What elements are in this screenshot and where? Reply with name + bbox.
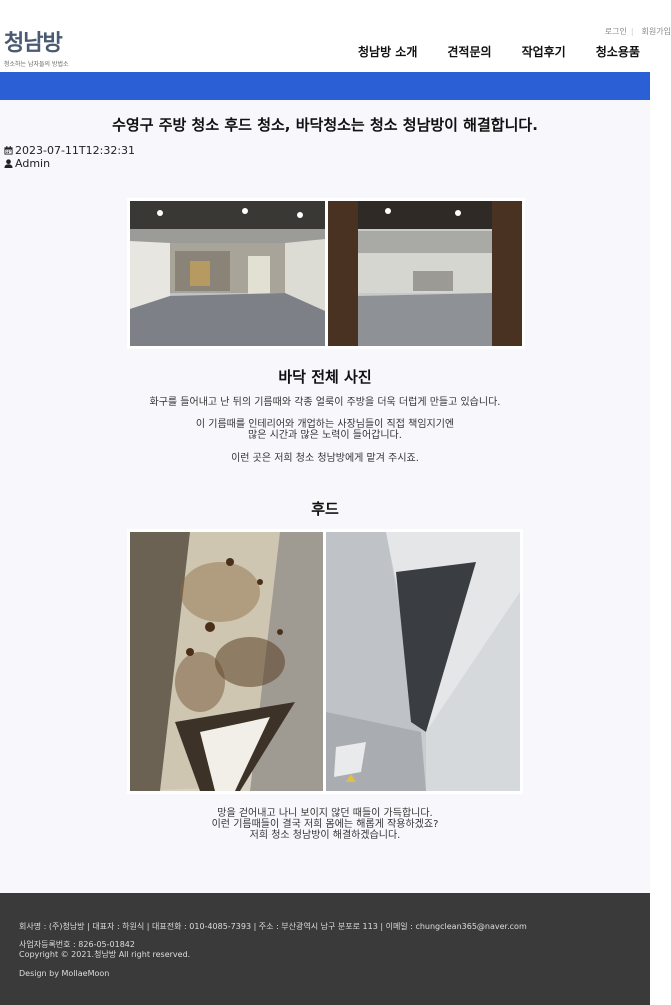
- footer-company-info: 회사명 : (주)청남방 | 대표자 : 하원식 | 대표전화 : 010-40…: [19, 922, 527, 931]
- nav-about[interactable]: 청남방 소개: [358, 43, 417, 60]
- hood-paragraph-2: 이런 기름때들이 결국 저희 몸에는 해롭게 작용하겠죠?: [211, 819, 439, 830]
- hood-photo-clean[interactable]: [326, 532, 520, 791]
- section-heading-floor: 바닥 전체 사진: [278, 368, 372, 386]
- logo-subtitle: 청소하는 남자들의 방법소: [4, 61, 69, 68]
- hood-photo-dirty[interactable]: [130, 532, 323, 791]
- nav-reviews[interactable]: 작업후기: [522, 43, 566, 60]
- footer-copyright: Copyright © 2021.청남방 All right reserved.: [19, 950, 191, 959]
- post-author-row: Admin: [4, 157, 135, 170]
- hood-paragraph-3: 저희 청소 청남방이 해결하겠습니다.: [249, 830, 401, 841]
- hood-photo-gallery: [127, 529, 523, 794]
- floor-paragraph-1: 화구를 들어내고 난 뒤의 기름때와 각종 얼룩이 주방을 더욱 더럽게 만들고…: [149, 397, 501, 408]
- site-header: 청남방 청소하는 남자들의 방법소 로그인 | 회원가입 청남방 소개 견적문의 작…: [0, 0, 671, 72]
- main-nav: 청남방 소개 견적문의 작업후기 청소용품: [358, 43, 640, 60]
- signup-link[interactable]: 회원가입: [642, 27, 671, 36]
- floor-paragraph-3: 이런 곳은 저희 청소 청남방에게 맡겨 주시죠.: [231, 453, 419, 464]
- kitchen-floor-photo-before[interactable]: [130, 201, 325, 346]
- nav-supplies[interactable]: 청소용품: [596, 43, 640, 60]
- post-author[interactable]: Admin: [15, 157, 50, 170]
- floor-paragraph-2a: 이 기름때를 인테리어와 개업하는 사장님들이 직접 책임지기엔: [195, 419, 455, 430]
- post-date-row: 2023-07-11T12:32:31: [4, 144, 135, 157]
- nav-estimate[interactable]: 견적문의: [447, 43, 491, 60]
- divider: |: [630, 27, 634, 36]
- logo-text: 청남방: [4, 31, 63, 56]
- floor-photo-gallery: [127, 198, 525, 349]
- post-date: 2023-07-11T12:32:31: [15, 144, 136, 157]
- accent-banner: [0, 72, 650, 100]
- floor-paragraph-2b: 많은 시간과 많은 노력이 들어갑니다.: [248, 430, 402, 441]
- calendar-icon: [4, 146, 13, 155]
- kitchen-floor-photo-after[interactable]: [328, 201, 522, 346]
- login-link[interactable]: 로그인: [605, 27, 627, 36]
- section-heading-hood: 후드: [311, 500, 339, 518]
- account-links: 로그인 | 회원가입: [601, 26, 671, 37]
- site-logo[interactable]: 청남방 청소하는 남자들의 방법소: [4, 31, 69, 68]
- post-title: 수영구 주방 청소 후드 청소, 바닥청소는 청소 청남방이 해결합니다.: [112, 116, 538, 134]
- footer-design-credit: Design by MollaeMoon: [19, 969, 110, 978]
- site-footer: 회사명 : (주)청남방 | 대표자 : 하원식 | 대표전화 : 010-40…: [0, 893, 650, 1005]
- hood-paragraph-1: 망을 걷어내고 나니 보이지 않던 때들이 가득합니다.: [217, 808, 433, 819]
- post-meta: 2023-07-11T12:32:31 Admin: [4, 144, 135, 170]
- user-icon: [4, 159, 13, 168]
